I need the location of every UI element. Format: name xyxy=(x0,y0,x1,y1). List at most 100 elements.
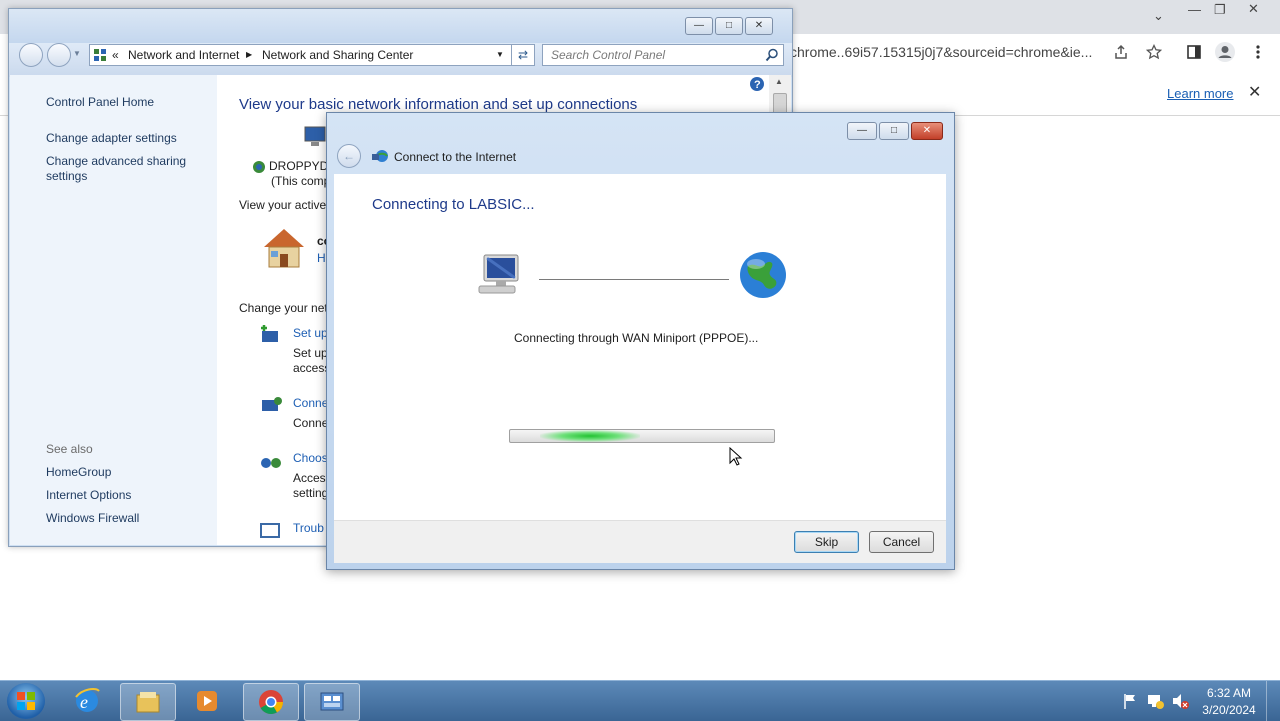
network-icon xyxy=(253,161,265,173)
taskbar-media-player[interactable] xyxy=(180,683,234,719)
svg-text:e: e xyxy=(80,692,88,712)
refresh-button[interactable]: ⇄ xyxy=(511,44,535,66)
breadcrumb-network-internet[interactable]: Network and Internet xyxy=(128,45,239,65)
start-button[interactable] xyxy=(7,683,45,719)
setup-connection-desc-1: Set up xyxy=(293,346,328,360)
dialog-footer: Skip Cancel xyxy=(334,520,946,563)
chrome-minimize-button[interactable]: — xyxy=(1188,2,1201,17)
troubleshoot-icon xyxy=(260,523,280,538)
windows-firewall-link[interactable]: Windows Firewall xyxy=(46,511,139,525)
infobar-close-button[interactable]: ✕ xyxy=(1248,82,1261,102)
setup-connection-link[interactable]: Set up xyxy=(293,326,328,340)
internet-options-link[interactable]: Internet Options xyxy=(46,488,131,502)
side-panel-icon[interactable] xyxy=(1186,44,1202,60)
connect-network-link[interactable]: Conne xyxy=(293,396,328,410)
taskbar-file-explorer[interactable] xyxy=(120,683,176,721)
show-desktop-button[interactable] xyxy=(1266,681,1280,721)
profile-avatar-icon[interactable] xyxy=(1214,41,1236,63)
bookmark-star-icon[interactable] xyxy=(1146,44,1162,60)
cancel-button[interactable]: Cancel xyxy=(869,531,934,553)
taskbar-chrome[interactable] xyxy=(243,683,299,721)
windows-taskbar: e 6:32 AM 3/20/2024 xyxy=(0,680,1280,721)
progress-marquee-glow xyxy=(540,430,640,442)
tab-search-chevron-icon[interactable]: ⌄ xyxy=(1153,8,1164,24)
dialog-back-button[interactable]: ← xyxy=(337,144,361,168)
dialog-title: Connect to the Internet xyxy=(394,150,517,164)
scroll-up-icon[interactable]: ▲ xyxy=(775,77,783,86)
chrome-restore-button[interactable]: ❐ xyxy=(1214,2,1226,18)
internet-explorer-icon: e xyxy=(75,688,100,712)
action-center-flag-icon[interactable] xyxy=(1122,692,1138,710)
cp-titlebar xyxy=(9,9,792,43)
breadcrumb-overflow[interactable]: « xyxy=(112,45,119,65)
breadcrumb-separator-icon[interactable]: ▶ xyxy=(246,45,252,65)
homegroup-link[interactable]: HomeGroup xyxy=(46,465,111,479)
address-bar-url[interactable]: chrome..69i57.15315j0j7&sourceid=chrome&… xyxy=(790,44,1092,60)
clock-date[interactable]: 3/20/2024 xyxy=(1194,703,1264,717)
choose-homegroup-desc-1: Acces xyxy=(293,471,326,485)
windows-logo-icon xyxy=(17,692,35,710)
page-title: View your basic network information and … xyxy=(239,96,638,113)
choose-homegroup-link[interactable]: Choos xyxy=(293,451,328,465)
choose-homegroup-desc-2: setting xyxy=(293,486,329,500)
active-networks-label: View your active xyxy=(239,198,327,212)
connect-internet-dialog: — □ ✕ ← Connect to the Internet Connecting… xyxy=(326,112,955,570)
chrome-close-button[interactable]: ✕ xyxy=(1248,1,1259,17)
address-bar[interactable]: « Network and Internet ▶ Network and Sha… xyxy=(89,44,513,66)
search-input[interactable] xyxy=(549,47,763,63)
address-dropdown-icon[interactable]: ▼ xyxy=(496,45,504,65)
clock-time[interactable]: 6:32 AM xyxy=(1194,686,1264,700)
dialog-maximize-button[interactable]: □ xyxy=(879,122,909,140)
change-advanced-sharing-link[interactable]: Change advanced sharing settings xyxy=(46,154,196,184)
change-adapter-settings-link[interactable]: Change adapter settings xyxy=(46,131,177,145)
setup-connection-desc-2: access xyxy=(293,361,331,375)
connection-progress-bar xyxy=(509,429,775,443)
computer-subtitle: (This comp xyxy=(271,174,331,188)
control-panel-home-link[interactable]: Control Panel Home xyxy=(46,95,154,109)
chrome-icon xyxy=(259,690,283,715)
connect-network-icon xyxy=(262,397,282,411)
computer-monitor-icon xyxy=(478,254,519,294)
internet-globe-icon xyxy=(740,252,786,298)
share-icon[interactable] xyxy=(1113,44,1129,60)
cp-maximize-button[interactable]: □ xyxy=(715,17,743,35)
network-tray-icon[interactable] xyxy=(1146,692,1164,710)
dialog-heading: Connecting to LABSIC... xyxy=(372,196,535,213)
setup-connection-icon xyxy=(261,325,278,342)
change-settings-label: Change your net xyxy=(239,301,328,315)
control-panel-icon xyxy=(320,692,344,711)
svg-text:?: ? xyxy=(754,79,761,91)
cp-minimize-button[interactable]: — xyxy=(685,17,713,35)
dialog-content: Connecting to LABSIC... Connecting throu… xyxy=(334,174,946,520)
back-button[interactable] xyxy=(19,43,43,67)
see-also-heading: See also xyxy=(46,442,93,456)
mouse-cursor-icon xyxy=(729,447,743,466)
skip-button[interactable]: Skip xyxy=(794,531,859,553)
connection-line xyxy=(539,279,729,280)
search-icon[interactable] xyxy=(765,48,779,62)
network-type-link[interactable]: H xyxy=(317,251,326,265)
connect-network-desc: Conne xyxy=(293,416,329,430)
cp-close-button[interactable]: ✕ xyxy=(745,17,773,35)
learn-more-link[interactable]: Learn more xyxy=(1167,86,1233,101)
dialog-caption-buttons: — □ ✕ xyxy=(847,122,945,140)
breadcrumb-network-sharing-center[interactable]: Network and Sharing Center xyxy=(262,45,413,65)
taskbar-internet-explorer[interactable]: e xyxy=(60,683,114,719)
troubleshoot-link[interactable]: Troub xyxy=(293,521,324,535)
homegroup-sharing-icon xyxy=(261,458,281,468)
volume-muted-icon[interactable] xyxy=(1171,692,1189,710)
forward-button[interactable] xyxy=(47,43,71,67)
search-box xyxy=(542,44,784,66)
computer-name: DROPPYDI xyxy=(269,159,332,173)
chrome-menu-icon[interactable] xyxy=(1254,44,1262,60)
cp-caption-buttons: — □ ✕ xyxy=(685,17,775,35)
dialog-minimize-button[interactable]: — xyxy=(847,122,877,140)
left-navigation-pane: Control Panel Home Change adapter settin… xyxy=(10,75,217,545)
dialog-close-button[interactable]: ✕ xyxy=(911,122,943,140)
help-icon[interactable]: ? xyxy=(749,76,765,92)
connection-status-text: Connecting through WAN Miniport (PPPOE).… xyxy=(514,331,759,345)
recent-pages-chevron-icon[interactable]: ▼ xyxy=(73,49,81,58)
file-explorer-icon xyxy=(136,692,160,713)
taskbar-control-panel[interactable] xyxy=(304,683,360,721)
connect-internet-icon xyxy=(372,150,388,162)
